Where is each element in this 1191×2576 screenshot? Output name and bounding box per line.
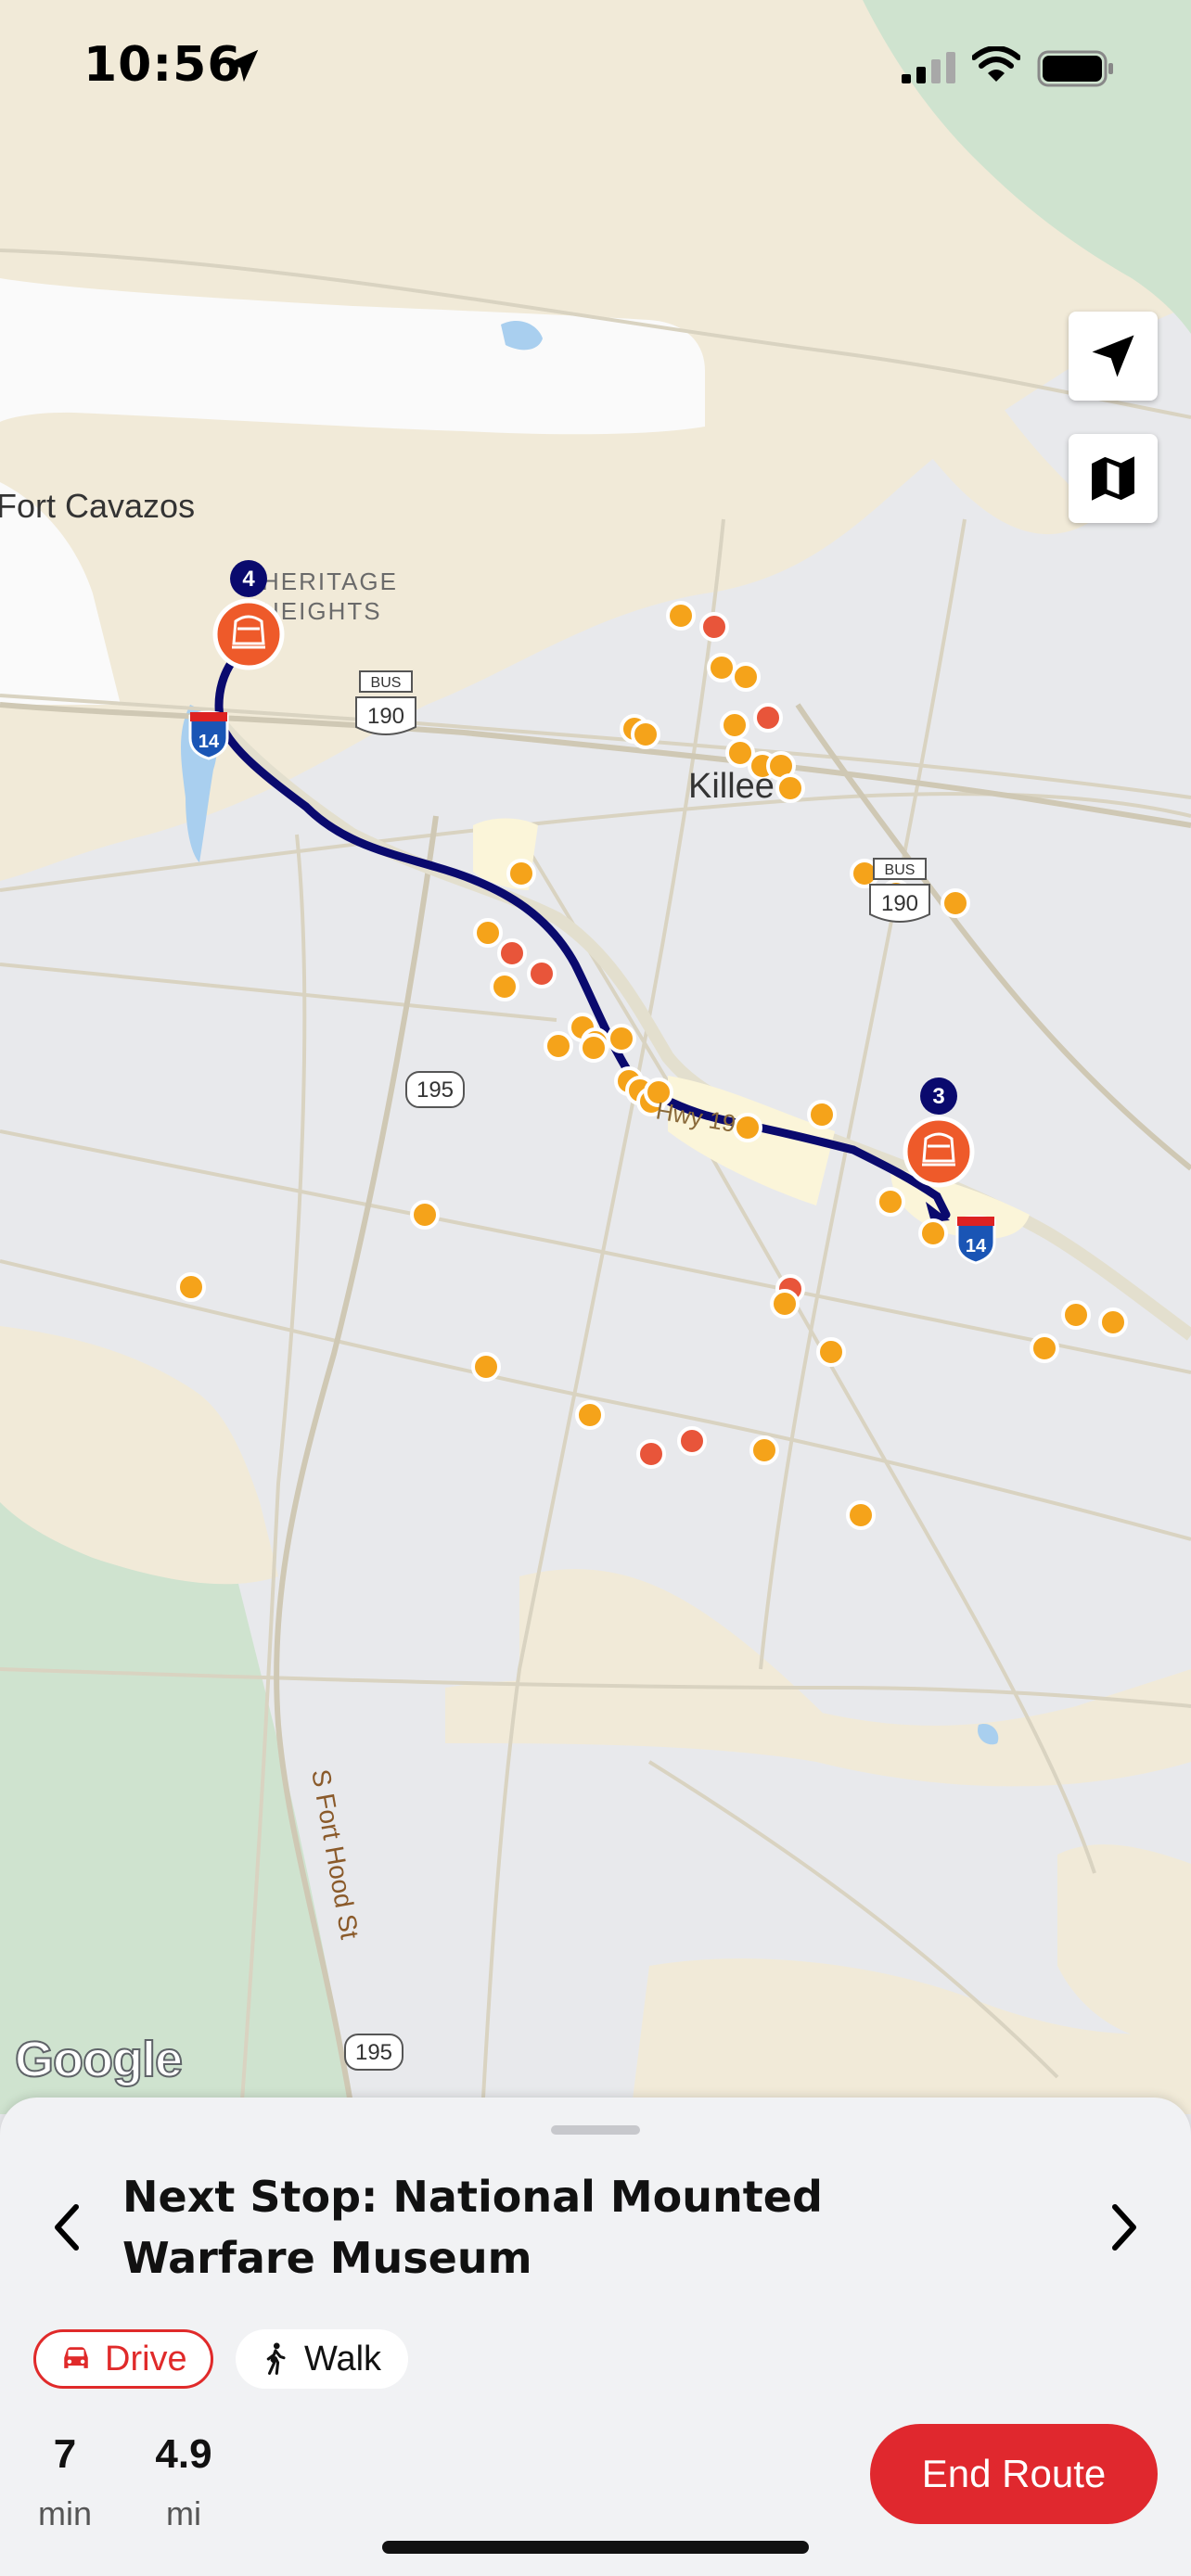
- poi-dot[interactable]: [1030, 1333, 1059, 1363]
- map-icon: [1092, 456, 1134, 501]
- poi-dot[interactable]: [699, 612, 729, 642]
- i14-shield: 14: [955, 1215, 996, 1265]
- poi-dot[interactable]: [579, 1033, 608, 1063]
- poi-dot[interactable]: [410, 1200, 440, 1230]
- mode-drive-button[interactable]: Drive: [33, 2329, 213, 2389]
- route195-shield: 195: [344, 2034, 403, 2071]
- chevron-right-icon[interactable]: [1106, 2200, 1143, 2255]
- route-number: 195: [416, 1078, 454, 1103]
- poi-dot[interactable]: [749, 1435, 779, 1465]
- poi-dot[interactable]: [1061, 1300, 1091, 1330]
- navigation-arrow-icon: [1092, 335, 1134, 377]
- time-unit: min: [37, 2494, 92, 2532]
- poi-dot[interactable]: [544, 1031, 573, 1061]
- poi-dot[interactable]: [720, 710, 749, 740]
- mode-drive-label: Drive: [105, 2339, 187, 2378]
- stop-number: 4: [242, 567, 255, 592]
- end-route-button[interactable]: End Route: [870, 2424, 1158, 2524]
- home-indicator[interactable]: [382, 2541, 809, 2554]
- bus190-shield: BUS 190: [869, 858, 930, 923]
- sheet-grabber[interactable]: [551, 2125, 640, 2135]
- poi-dot[interactable]: [636, 1439, 666, 1469]
- map-type-button[interactable]: [1069, 434, 1158, 523]
- distance-value: 4.9: [155, 2431, 212, 2477]
- poi-dot[interactable]: [733, 1113, 762, 1142]
- poi-dot[interactable]: [677, 1426, 707, 1456]
- route-number: 190: [881, 891, 918, 916]
- poi-dot[interactable]: [1098, 1307, 1128, 1337]
- poi-dot[interactable]: [816, 1337, 846, 1367]
- recenter-button[interactable]: [1069, 312, 1158, 401]
- poi-dot[interactable]: [775, 773, 805, 803]
- route-number: 190: [367, 704, 404, 729]
- place-label-heritage: HERITAGE: [262, 567, 398, 595]
- poi-dot[interactable]: [506, 859, 536, 888]
- poi-dot[interactable]: [918, 1218, 948, 1248]
- chevron-left-icon[interactable]: [48, 2200, 85, 2255]
- cellular-signal-icon: [902, 52, 955, 83]
- poi-dot[interactable]: [876, 1187, 905, 1217]
- poi-dot[interactable]: [941, 888, 970, 918]
- poi-dot[interactable]: [471, 1352, 501, 1382]
- i14-shield-number: 14: [198, 732, 220, 752]
- poi-dot[interactable]: [707, 653, 736, 682]
- battery-icon: [1037, 50, 1113, 87]
- route-number: 195: [355, 2040, 392, 2065]
- mode-walk-button[interactable]: Walk: [236, 2329, 408, 2389]
- poi-dot[interactable]: [607, 1024, 636, 1053]
- google-attribution[interactable]: Google: [14, 2031, 184, 2088]
- location-arrow-icon: [225, 49, 259, 83]
- place-label-fort-cavazos: Fort Cavazos: [0, 487, 195, 525]
- i14-shield: 14: [188, 710, 229, 760]
- bus-label: BUS: [885, 862, 916, 878]
- status-bar: 10:56: [0, 0, 1191, 130]
- distance-unit: mi: [166, 2494, 201, 2532]
- wifi-icon: [972, 46, 1020, 82]
- poi-dot[interactable]: [753, 703, 783, 733]
- stop-number: 3: [932, 1084, 944, 1109]
- walk-icon: [266, 2342, 286, 2375]
- next-stop-title: Next Stop: National Mounted Warfare Muse…: [122, 2172, 823, 2283]
- poi-dot[interactable]: [631, 720, 660, 749]
- poi-dot[interactable]: [666, 601, 696, 631]
- bus190-shield: BUS 190: [355, 670, 416, 735]
- mode-walk-label: Walk: [304, 2339, 382, 2378]
- poi-dot[interactable]: [490, 972, 519, 1001]
- poi-dot[interactable]: [176, 1272, 206, 1302]
- poi-dot[interactable]: [473, 918, 503, 948]
- time-value: 7: [53, 2431, 77, 2477]
- poi-dot[interactable]: [770, 1289, 800, 1319]
- poi-dot[interactable]: [731, 662, 761, 692]
- poi-dot[interactable]: [527, 959, 557, 988]
- i14-shield-number: 14: [966, 1236, 987, 1256]
- poi-dot[interactable]: [497, 938, 527, 968]
- place-label-killeen: Killee: [688, 767, 775, 806]
- map[interactable]: 14 14 BUS 190 BUS 190 195 195 Fort Cavaz…: [0, 0, 1191, 2114]
- poi-dot[interactable]: [575, 1400, 605, 1430]
- bus-label: BUS: [371, 675, 402, 691]
- next-stop-sheet: Next Stop: National Mounted Warfare Muse…: [0, 2098, 1191, 2576]
- poi-dot[interactable]: [807, 1100, 837, 1129]
- route195-shield: 195: [405, 1071, 465, 1108]
- status-time: 10:56: [83, 37, 242, 93]
- poi-dot[interactable]: [846, 1500, 876, 1530]
- car-icon: [64, 2347, 88, 2368]
